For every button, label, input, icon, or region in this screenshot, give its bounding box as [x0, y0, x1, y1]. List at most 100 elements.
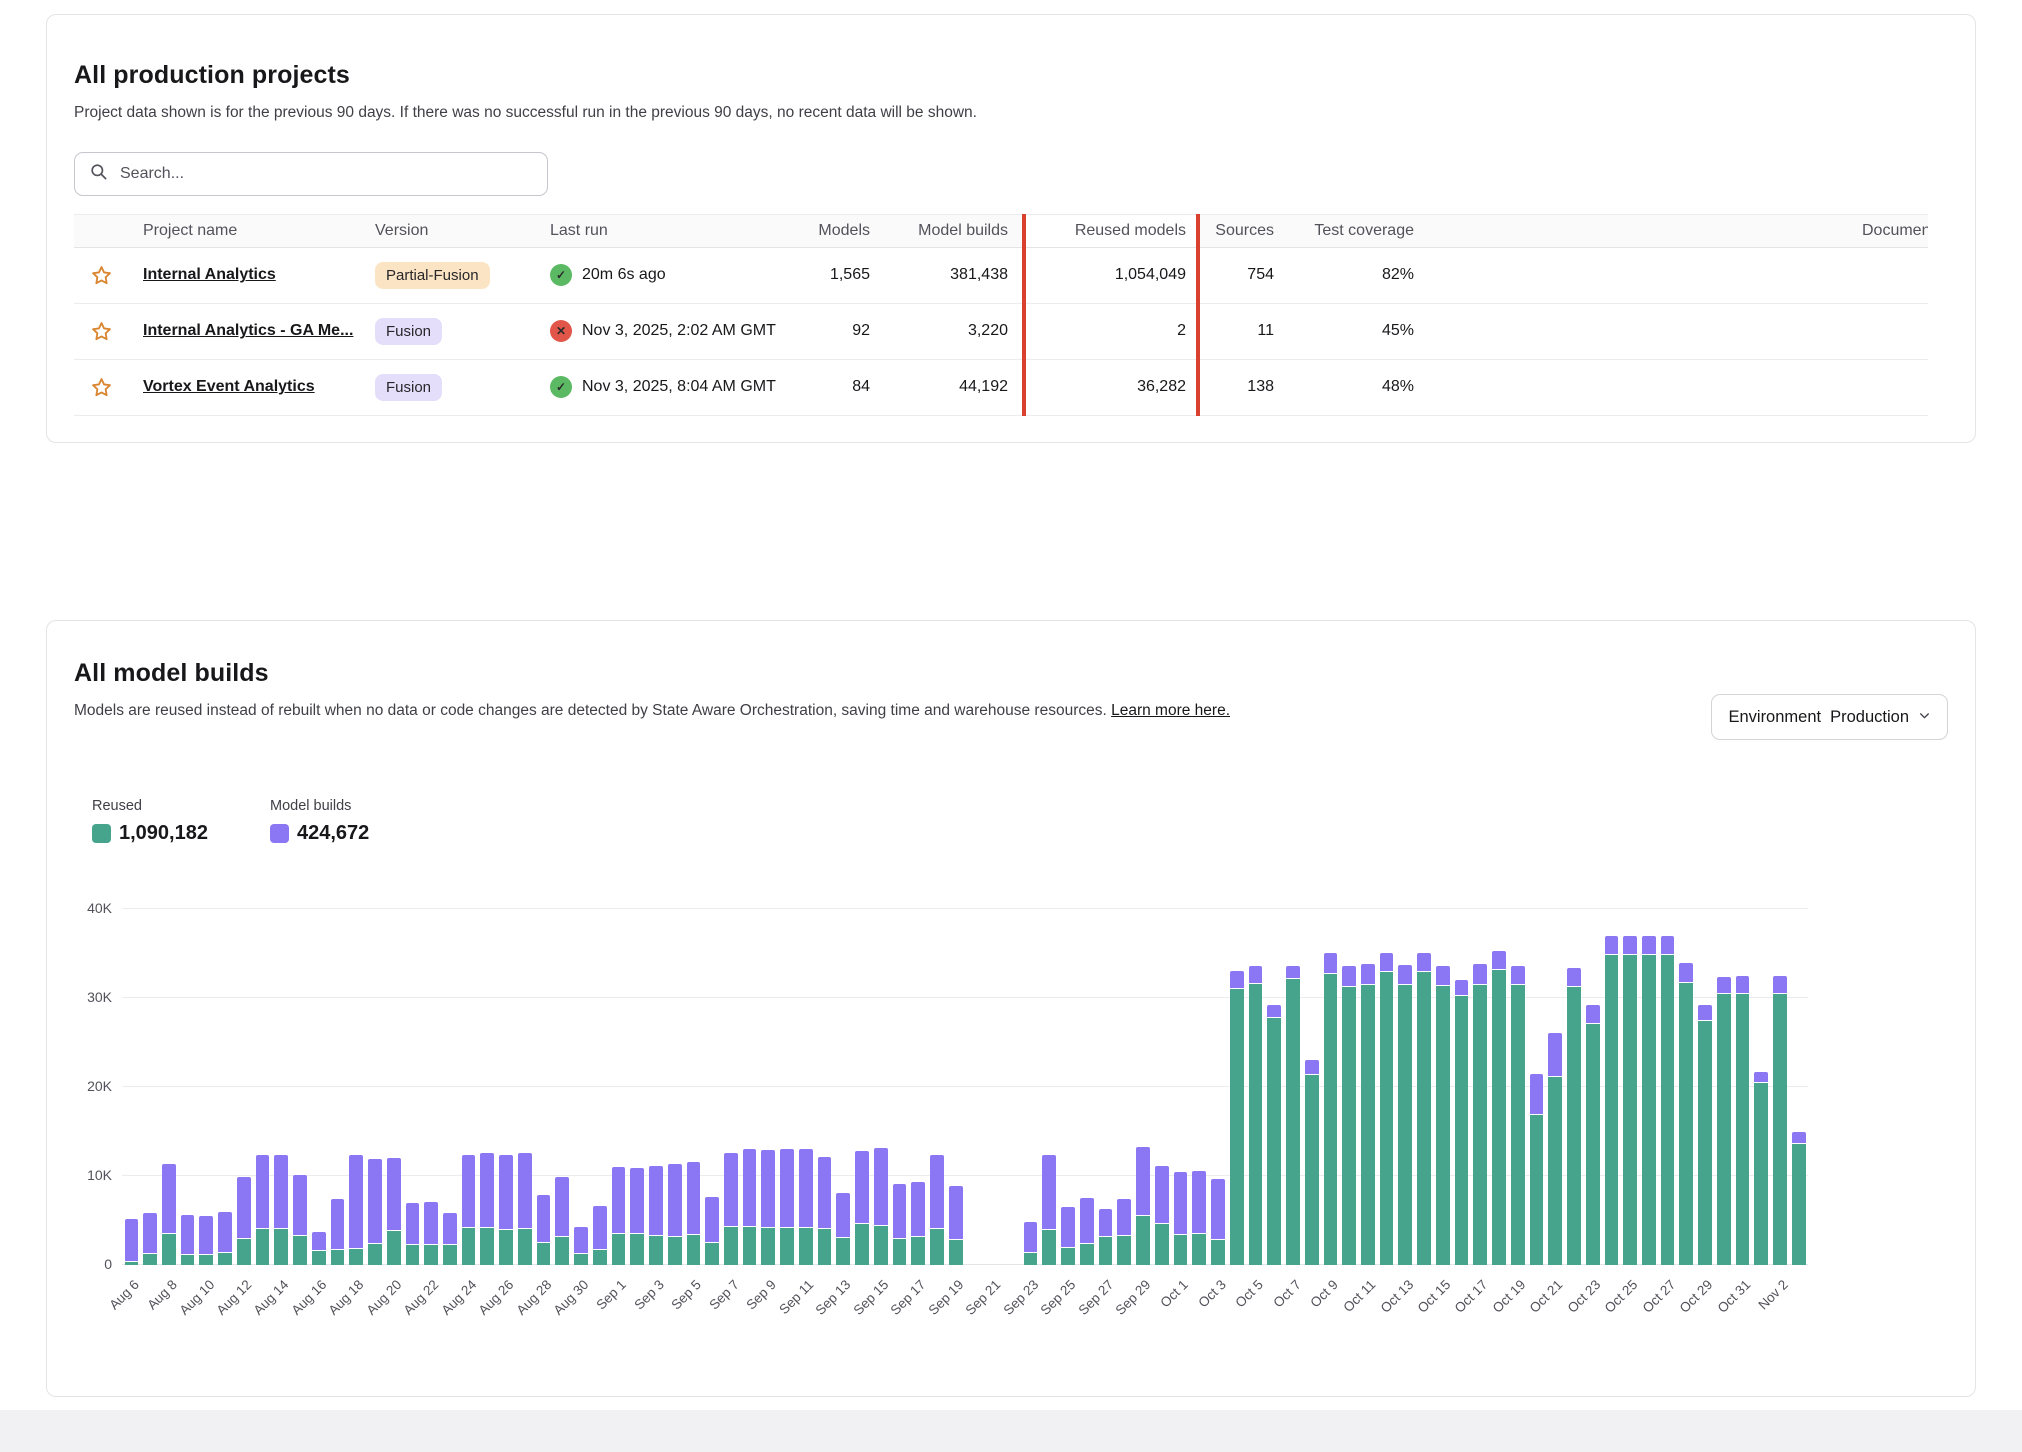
bar-segment-reused[interactable] — [818, 1229, 832, 1265]
bar-segment-reused[interactable] — [256, 1229, 270, 1265]
bar-slot[interactable] — [216, 909, 235, 1265]
bar-segment-model-builds[interactable] — [780, 1149, 794, 1226]
bar-slot[interactable] — [1752, 909, 1771, 1265]
bar-slot[interactable] — [1265, 909, 1284, 1265]
bar-segment-reused[interactable] — [1342, 987, 1356, 1265]
bar-slot[interactable] — [1377, 909, 1396, 1265]
bar-segment-reused[interactable] — [668, 1237, 682, 1265]
bar-slot[interactable] — [366, 909, 385, 1265]
bar-segment-reused[interactable] — [406, 1245, 420, 1265]
bar-slot[interactable] — [309, 909, 328, 1265]
bar-slot[interactable] — [1040, 909, 1059, 1265]
bar-slot[interactable] — [1508, 909, 1527, 1265]
bar-segment-reused[interactable] — [780, 1228, 794, 1265]
project-link[interactable]: Internal Analytics — [143, 266, 276, 283]
bar-slot[interactable] — [1733, 909, 1752, 1265]
bar-segment-reused[interactable] — [743, 1227, 757, 1265]
bar-segment-model-builds[interactable] — [1211, 1179, 1225, 1239]
bar-segment-model-builds[interactable] — [1099, 1209, 1113, 1236]
bar-segment-reused[interactable] — [1698, 1021, 1712, 1265]
bar-segment-reused[interactable] — [1117, 1236, 1131, 1265]
bar-segment-model-builds[interactable] — [181, 1215, 195, 1254]
bar-segment-reused[interactable] — [1080, 1244, 1094, 1265]
bar-segment-model-builds[interactable] — [387, 1158, 401, 1230]
bar-segment-reused[interactable] — [143, 1254, 157, 1265]
bar-segment-model-builds[interactable] — [1717, 977, 1731, 994]
bar-segment-reused[interactable] — [1305, 1075, 1319, 1265]
bar-segment-reused[interactable] — [836, 1238, 850, 1265]
col-test-coverage[interactable]: Test coverage — [1288, 222, 1428, 240]
bar-segment-model-builds[interactable] — [1267, 1005, 1281, 1017]
bar-slot[interactable] — [796, 909, 815, 1265]
bar-segment-reused[interactable] — [1136, 1216, 1150, 1265]
bar-segment-model-builds[interactable] — [1286, 966, 1300, 978]
bar-slot[interactable] — [178, 909, 197, 1265]
bar-segment-reused[interactable] — [1024, 1253, 1038, 1265]
bar-slot[interactable] — [1115, 909, 1134, 1265]
bar-segment-model-builds[interactable] — [1567, 968, 1581, 987]
bar-segment-model-builds[interactable] — [1548, 1033, 1562, 1077]
bar-segment-model-builds[interactable] — [1530, 1074, 1544, 1114]
bar-segment-model-builds[interactable] — [1174, 1172, 1188, 1233]
bar-segment-reused[interactable] — [1324, 974, 1338, 1265]
bar-segment-model-builds[interactable] — [1361, 964, 1375, 984]
bar-slot[interactable] — [1789, 909, 1808, 1265]
bar-slot[interactable] — [1021, 909, 1040, 1265]
bar-slot[interactable] — [1284, 909, 1303, 1265]
bar-segment-model-builds[interactable] — [312, 1232, 326, 1250]
bar-segment-model-builds[interactable] — [1117, 1199, 1131, 1235]
bar-segment-reused[interactable] — [1174, 1235, 1188, 1265]
bar-segment-model-builds[interactable] — [443, 1213, 457, 1243]
bar-segment-reused[interactable] — [574, 1254, 588, 1265]
bar-segment-model-builds[interactable] — [1249, 966, 1263, 983]
bar-slot[interactable] — [1415, 909, 1434, 1265]
bar-segment-reused[interactable] — [1061, 1248, 1075, 1265]
bar-segment-reused[interactable] — [218, 1253, 232, 1265]
bar-slot[interactable] — [1677, 909, 1696, 1265]
favorite-star-icon[interactable] — [90, 264, 113, 287]
bar-slot[interactable] — [946, 909, 965, 1265]
bar-slot[interactable] — [1246, 909, 1265, 1265]
bar-segment-model-builds[interactable] — [1754, 1072, 1768, 1082]
bar-slot[interactable] — [384, 909, 403, 1265]
bar-segment-reused[interactable] — [1473, 985, 1487, 1265]
bar-segment-model-builds[interactable] — [199, 1216, 213, 1254]
bar-slot[interactable] — [1546, 909, 1565, 1265]
bar-segment-model-builds[interactable] — [1342, 966, 1356, 986]
bar-slot[interactable] — [534, 909, 553, 1265]
bar-slot[interactable] — [459, 909, 478, 1265]
bar-slot[interactable] — [1602, 909, 1621, 1265]
bar-slot[interactable] — [871, 909, 890, 1265]
bar-slot[interactable] — [740, 909, 759, 1265]
bar-segment-model-builds[interactable] — [555, 1177, 569, 1237]
bar-slot[interactable] — [722, 909, 741, 1265]
bar-segment-reused[interactable] — [1230, 989, 1244, 1265]
bar-slot[interactable] — [890, 909, 909, 1265]
environment-dropdown[interactable]: Environment Production — [1711, 694, 1948, 740]
bar-segment-reused[interactable] — [949, 1240, 963, 1265]
bar-segment-reused[interactable] — [274, 1229, 288, 1265]
bar-segment-model-builds[interactable] — [1024, 1222, 1038, 1252]
bar-slot[interactable] — [909, 909, 928, 1265]
bar-slot[interactable] — [590, 909, 609, 1265]
bar-slot[interactable] — [1621, 909, 1640, 1265]
bar-segment-reused[interactable] — [1286, 979, 1300, 1265]
bar-segment-model-builds[interactable] — [1042, 1155, 1056, 1229]
bar-slot[interactable] — [1490, 909, 1509, 1265]
bar-segment-model-builds[interactable] — [1324, 953, 1338, 973]
bar-slot[interactable] — [647, 909, 666, 1265]
bar-slot[interactable] — [422, 909, 441, 1265]
bar-segment-reused[interactable] — [911, 1237, 925, 1265]
bar-segment-model-builds[interactable] — [1623, 936, 1637, 955]
bar-slot[interactable] — [703, 909, 722, 1265]
bar-slot[interactable] — [122, 909, 141, 1265]
bar-slot[interactable] — [234, 909, 253, 1265]
bar-segment-model-builds[interactable] — [1679, 963, 1693, 982]
bar-slot[interactable] — [1471, 909, 1490, 1265]
bar-segment-model-builds[interactable] — [1586, 1005, 1600, 1023]
bar-segment-model-builds[interactable] — [911, 1182, 925, 1235]
bar-segment-model-builds[interactable] — [1698, 1005, 1712, 1020]
bar-segment-reused[interactable] — [1417, 972, 1431, 1265]
bar-segment-model-builds[interactable] — [331, 1199, 345, 1249]
bar-slot[interactable] — [984, 909, 1003, 1265]
